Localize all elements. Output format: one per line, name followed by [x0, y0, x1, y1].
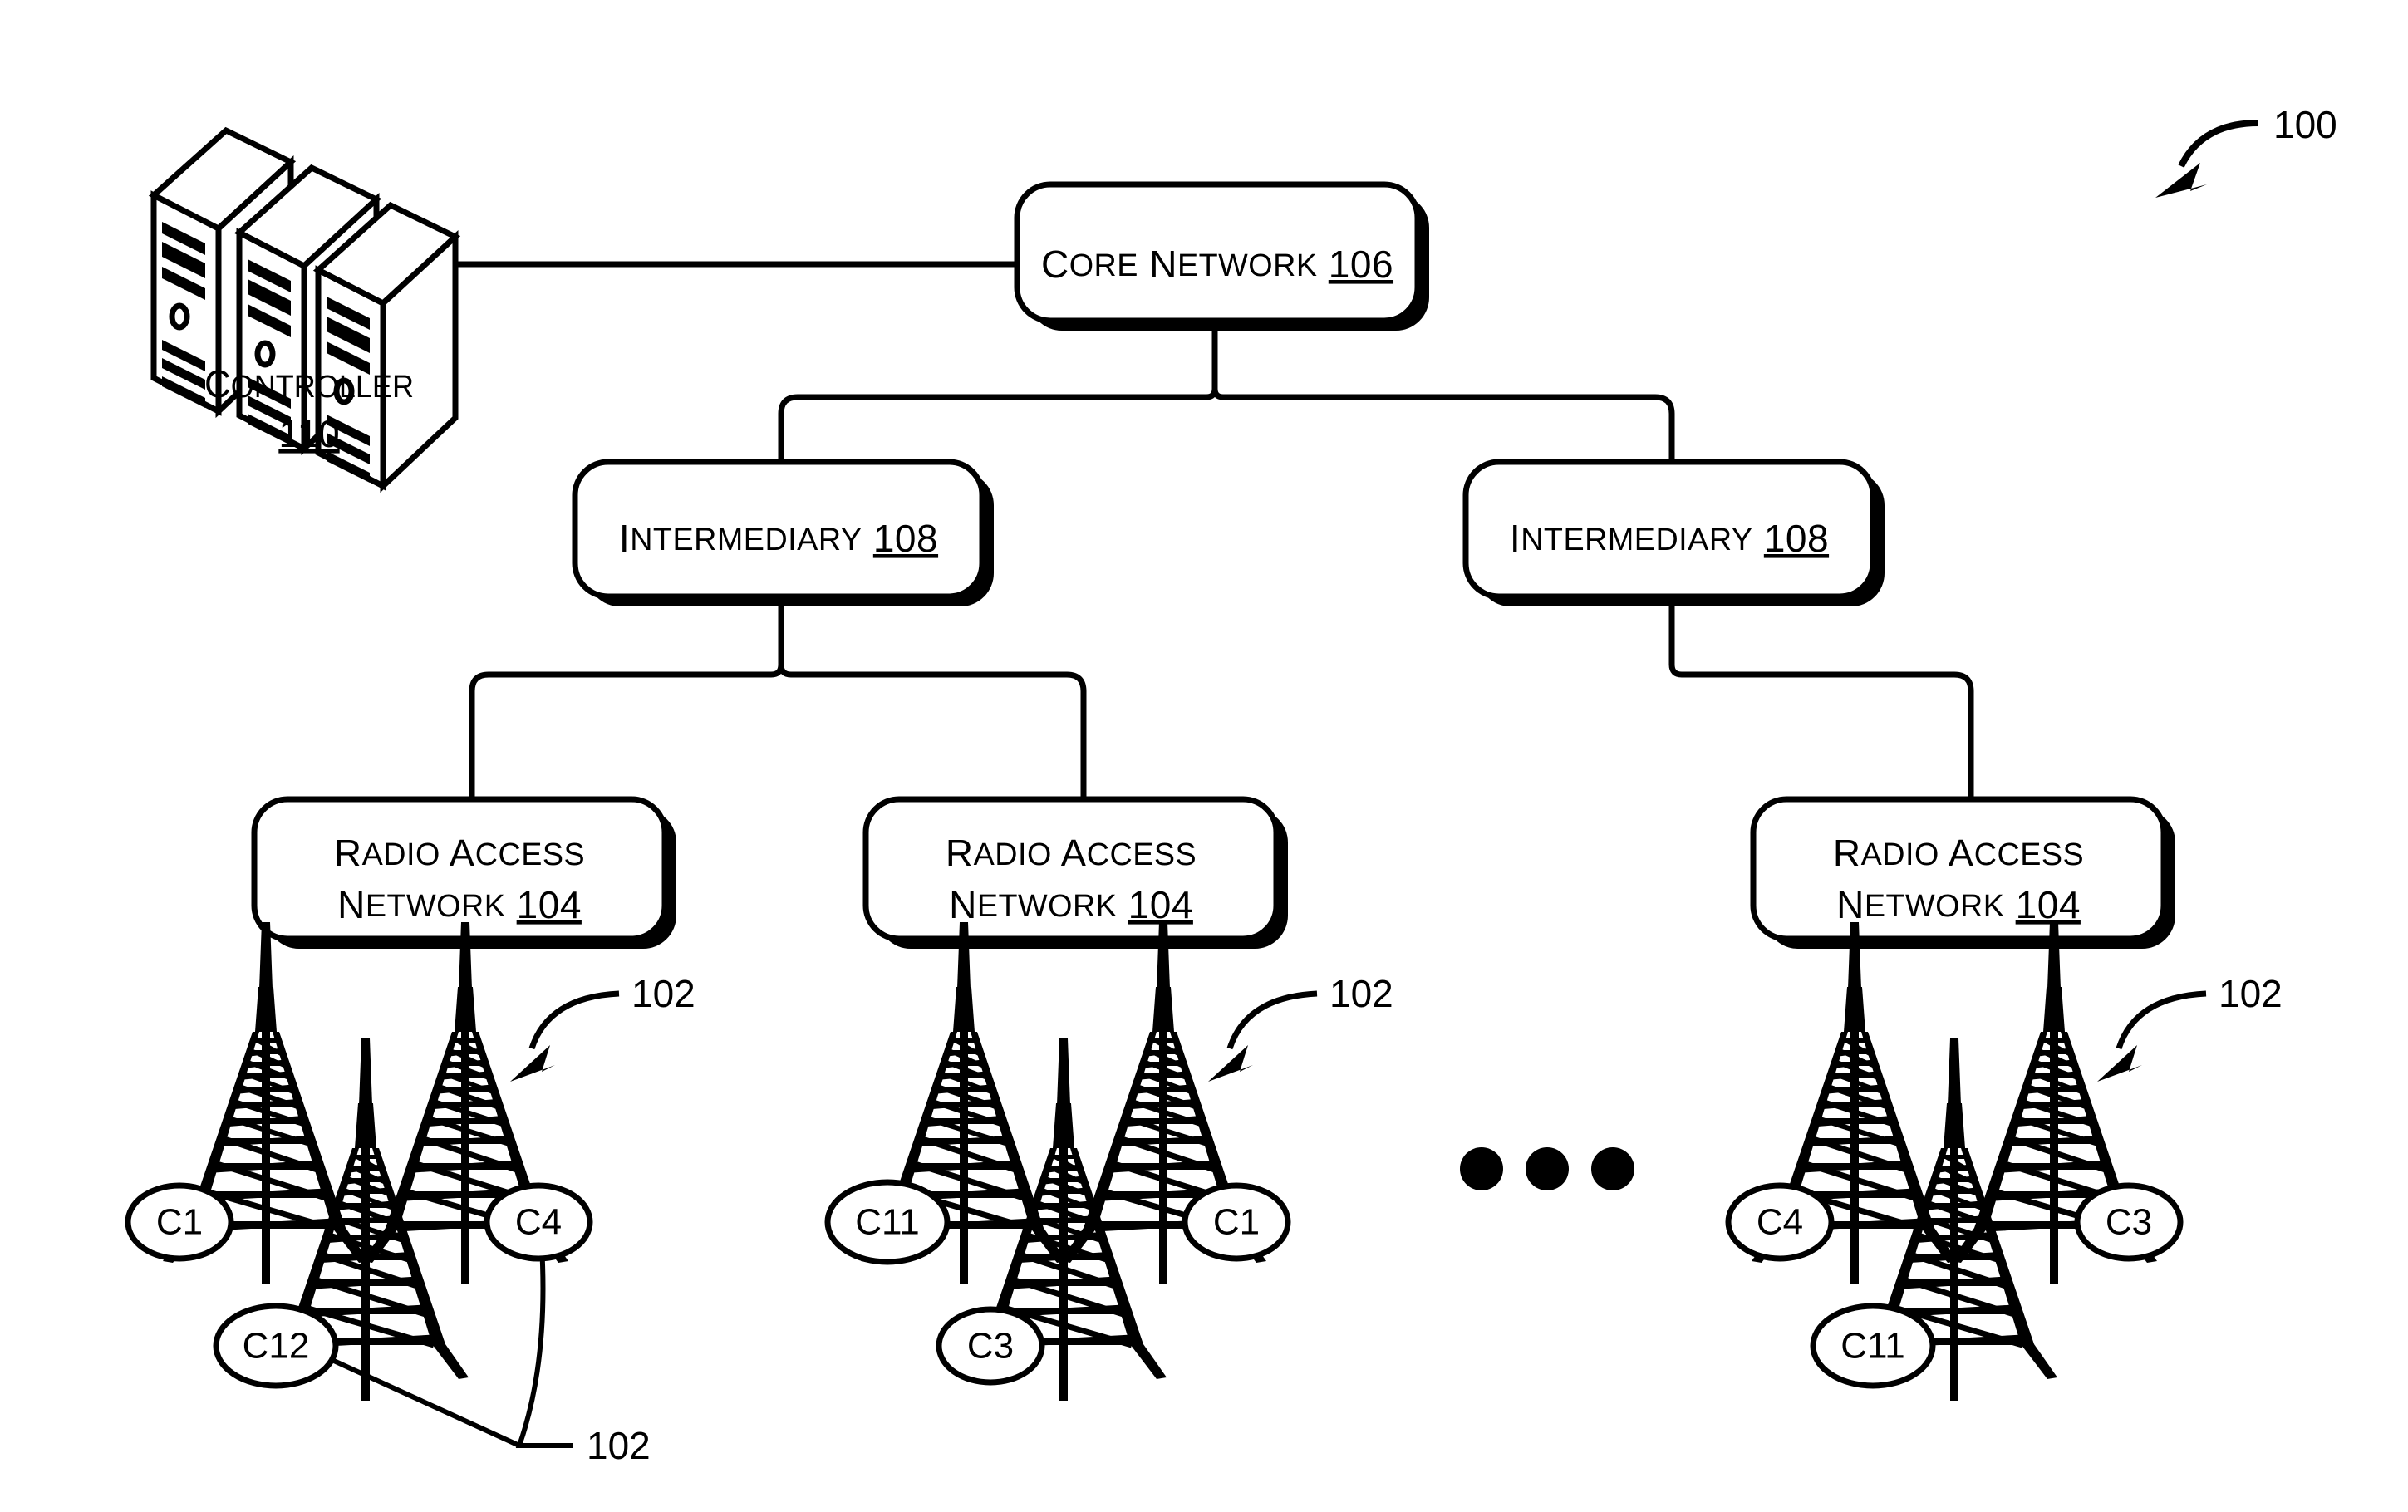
ellipsis-dot	[1591, 1147, 1634, 1190]
core-network-ref: 106	[1329, 243, 1393, 286]
callout-ref-number: 102	[631, 972, 695, 1015]
cell-badge-c3[interactable]: C3	[936, 1306, 1045, 1386]
cell-label: C4	[515, 1202, 562, 1243]
cell-badge-c11-grp3[interactable]: C11	[1810, 1303, 1936, 1389]
core-network-name: CORE NETWORK	[1041, 243, 1318, 286]
link-int1-ran2	[778, 664, 1087, 799]
core-network-box[interactable]: CORE NETWORK 106	[1014, 181, 1429, 331]
cell-badge-c1-grp2[interactable]: C1	[1182, 1182, 1291, 1262]
figure-callout-100: 100	[2155, 103, 2337, 198]
cell-label: C11	[855, 1202, 919, 1243]
intermediary-1-label: INTERMEDIARY 108	[619, 517, 938, 560]
ran-2-label-line1: RADIO ACCESS	[946, 832, 1197, 875]
core-network-label: CORE NETWORK 106	[1041, 243, 1393, 286]
network-diagram-svg: CONTROLLER 110 CORE NETWORK 106 INTERMED…	[125, 103, 2337, 1467]
cell-label: C3	[2106, 1202, 2152, 1243]
link-int2-ran3	[1668, 596, 1974, 799]
cell-badge-c12[interactable]: C12	[213, 1303, 339, 1389]
cell-badge-c1[interactable]: C1	[125, 1182, 234, 1262]
ran-3-network-word: NETWORK	[1836, 883, 2004, 926]
callout-ref-number-extra: 102	[587, 1424, 651, 1467]
cell-group-1: C1 C12 C4 102 102	[125, 922, 695, 1467]
callout-102-group-3: 102	[2097, 972, 2283, 1082]
ran-1-label-line2: NETWORK 104	[337, 883, 582, 926]
intermediary-box-1[interactable]: INTERMEDIARY 108	[572, 459, 994, 606]
cell-badge-c11[interactable]: C11	[824, 1179, 951, 1265]
link-core-bus-right	[1211, 388, 1675, 462]
controller-ref-number: 110	[278, 412, 339, 455]
ellipsis-dot	[1526, 1147, 1569, 1190]
continuation-ellipsis	[1460, 1147, 1634, 1190]
ran-2-label-line2: NETWORK 104	[949, 883, 1193, 926]
callout-102-group-2: 102	[1208, 972, 1393, 1082]
radio-access-network-box-3[interactable]: RADIO ACCESS NETWORK 104	[1750, 796, 2175, 949]
link-int1-ran1	[469, 596, 784, 799]
ran-2-ref: 104	[1128, 883, 1193, 926]
callout-ref-number: 102	[2219, 972, 2283, 1015]
controller-node[interactable]: CONTROLLER 110	[154, 130, 455, 486]
cell-label: C1	[156, 1202, 203, 1243]
leader-line-c12	[314, 1350, 521, 1448]
figure-canvas: CONTROLLER 110 CORE NETWORK 106 INTERMED…	[0, 0, 2408, 1512]
cell-badge-c4-grp3[interactable]: C4	[1725, 1182, 1835, 1262]
ran-3-ref: 104	[2016, 883, 2081, 926]
ran-3-label-line1: RADIO ACCESS	[1833, 832, 2084, 875]
intermediary-2-label: INTERMEDIARY 108	[1510, 517, 1829, 560]
ran-1-label-line1: RADIO ACCESS	[334, 832, 585, 875]
cell-badge-c3-grp3[interactable]: C3	[2074, 1182, 2184, 1262]
intermediary-1-name: INTERMEDIARY	[619, 517, 862, 560]
cell-label: C12	[243, 1326, 310, 1367]
ran-1-network-word: NETWORK	[337, 883, 505, 926]
cell-label: C4	[1757, 1202, 1803, 1243]
link-core-bus	[778, 326, 1218, 462]
cell-label: C11	[1840, 1326, 1904, 1367]
cell-badge-c4[interactable]: C4	[484, 1182, 593, 1262]
ran-2-network-word: NETWORK	[949, 883, 1117, 926]
callout-102-group-1: 102	[510, 972, 695, 1082]
intermediary-box-2[interactable]: INTERMEDIARY 108	[1462, 459, 1885, 606]
cell-label: C1	[1213, 1202, 1260, 1243]
controller-label: CONTROLLER	[204, 362, 414, 405]
intermediary-2-name: INTERMEDIARY	[1510, 517, 1753, 560]
figure-ref-number: 100	[2273, 103, 2337, 146]
cell-label: C3	[967, 1326, 1014, 1367]
leader-line-c4	[515, 1245, 573, 1448]
cell-group-2: C11 C3 C1 102	[824, 922, 1393, 1401]
ran-3-label-line2: NETWORK 104	[1836, 883, 2081, 926]
callout-ref-number: 102	[1329, 972, 1393, 1015]
intermediary-2-ref: 108	[1764, 517, 1829, 560]
intermediary-1-ref: 108	[873, 517, 938, 560]
cell-group-3: C4 C11 C3 102	[1725, 922, 2283, 1401]
radio-access-network-box-2[interactable]: RADIO ACCESS NETWORK 104	[862, 796, 1288, 949]
ran-1-ref: 104	[517, 883, 582, 926]
ellipsis-dot	[1460, 1147, 1503, 1190]
